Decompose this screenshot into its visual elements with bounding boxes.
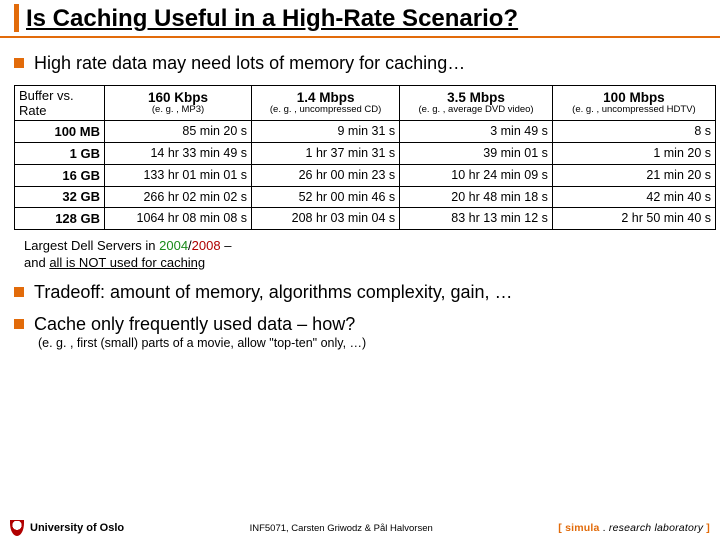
cell: 208 hr 03 min 04 s bbox=[252, 208, 400, 230]
dell-server-note: Largest Dell Servers in 2004/2008 – and … bbox=[24, 238, 710, 271]
col-1-4mbps: 1.4 Mbps (e. g. , uncompressed CD) bbox=[252, 85, 400, 120]
row-label: 128 GB bbox=[15, 208, 105, 230]
cell: 9 min 31 s bbox=[252, 120, 400, 142]
row-label: 1 GB bbox=[15, 142, 105, 164]
col-160kbps: 160 Kbps (e. g. , MP3) bbox=[105, 85, 252, 120]
bullet-icon bbox=[14, 287, 24, 297]
bullet-3-sub: (e. g. , first (small) parts of a movie,… bbox=[38, 336, 710, 350]
cell: 1 min 20 s bbox=[552, 142, 715, 164]
cell: 39 min 01 s bbox=[400, 142, 553, 164]
table-row: 1 GB 14 hr 33 min 49 s 1 hr 37 min 31 s … bbox=[15, 142, 716, 164]
cell: 266 hr 02 min 02 s bbox=[105, 186, 252, 208]
table-row: 32 GB 266 hr 02 min 02 s 52 hr 00 min 46… bbox=[15, 186, 716, 208]
col-rate: 160 Kbps bbox=[109, 90, 247, 105]
cell: 52 hr 00 min 46 s bbox=[252, 186, 400, 208]
cell: 8 s bbox=[552, 120, 715, 142]
col-example: (e. g. , MP3) bbox=[109, 105, 247, 115]
note-year-2004: 2004 bbox=[159, 238, 188, 253]
cell: 1064 hr 08 min 08 s bbox=[105, 208, 252, 230]
col-rate: 1.4 Mbps bbox=[256, 90, 395, 105]
cell: 42 min 40 s bbox=[552, 186, 715, 208]
bullet-icon bbox=[14, 319, 24, 329]
bullet-text: Tradeoff: amount of memory, algorithms c… bbox=[34, 281, 513, 304]
uio-shield-icon bbox=[10, 520, 24, 536]
table-row: 16 GB 133 hr 01 min 01 s 26 hr 00 min 23… bbox=[15, 164, 716, 186]
dot: . bbox=[600, 522, 609, 534]
cell: 83 hr 13 min 12 s bbox=[400, 208, 553, 230]
note-underlined: all is NOT used for caching bbox=[49, 255, 205, 270]
research-lab: research laboratory bbox=[609, 522, 703, 534]
cell: 85 min 20 s bbox=[105, 120, 252, 142]
bracket-close: ] bbox=[703, 522, 710, 534]
cell: 14 hr 33 min 49 s bbox=[105, 142, 252, 164]
footer-simula: [ simula . research laboratory ] bbox=[558, 522, 710, 534]
col-3-5mbps: 3.5 Mbps (e. g. , average DVD video) bbox=[400, 85, 553, 120]
col-example: (e. g. , average DVD video) bbox=[404, 105, 548, 115]
table-row: 128 GB 1064 hr 08 min 08 s 208 hr 03 min… bbox=[15, 208, 716, 230]
note-dash: – bbox=[221, 238, 232, 253]
bullet-1: High rate data may need lots of memory f… bbox=[14, 52, 710, 75]
cell: 20 hr 48 min 18 s bbox=[400, 186, 553, 208]
cell: 10 hr 24 min 09 s bbox=[400, 164, 553, 186]
note-pre: Largest Dell Servers in bbox=[24, 238, 159, 253]
cell: 133 hr 01 min 01 s bbox=[105, 164, 252, 186]
body: High rate data may need lots of memory f… bbox=[0, 38, 720, 349]
col-rate: 100 Mbps bbox=[557, 90, 711, 105]
bullet-icon bbox=[14, 58, 24, 68]
cell: 21 min 20 s bbox=[552, 164, 715, 186]
col-rate: 3.5 Mbps bbox=[404, 90, 548, 105]
footer-left: University of Oslo bbox=[10, 520, 124, 536]
bullet-text: Cache only frequently used data – how? bbox=[34, 313, 355, 336]
cell: 2 hr 50 min 40 s bbox=[552, 208, 715, 230]
col-example: (e. g. , uncompressed CD) bbox=[256, 105, 395, 115]
bullet-text: High rate data may need lots of memory f… bbox=[34, 52, 465, 75]
cell: 3 min 49 s bbox=[400, 120, 553, 142]
col-example: (e. g. , uncompressed HDTV) bbox=[557, 105, 711, 115]
bullet-2: Tradeoff: amount of memory, algorithms c… bbox=[14, 281, 710, 304]
row-label: 100 MB bbox=[15, 120, 105, 142]
buffer-rate-table: Buffer vs. Rate 160 Kbps (e. g. , MP3) 1… bbox=[14, 85, 716, 230]
table-corner: Buffer vs. Rate bbox=[15, 85, 105, 120]
cell: 26 hr 00 min 23 s bbox=[252, 164, 400, 186]
slide: Is Caching Useful in a High-Rate Scenari… bbox=[0, 0, 720, 540]
cell: 1 hr 37 min 31 s bbox=[252, 142, 400, 164]
footer-course: INF5071, Carsten Griwodz & Pål Halvorsen bbox=[250, 523, 433, 534]
note-year-2008: 2008 bbox=[192, 238, 221, 253]
bullet-3: Cache only frequently used data – how? bbox=[14, 313, 710, 336]
row-label: 16 GB bbox=[15, 164, 105, 186]
slide-title: Is Caching Useful in a High-Rate Scenari… bbox=[26, 6, 720, 32]
title-bar: Is Caching Useful in a High-Rate Scenari… bbox=[0, 0, 720, 38]
note-and: and bbox=[24, 255, 49, 270]
footer: University of Oslo INF5071, Carsten Griw… bbox=[0, 520, 720, 536]
simula-word: simula bbox=[565, 522, 599, 534]
table-header-row: Buffer vs. Rate 160 Kbps (e. g. , MP3) 1… bbox=[15, 85, 716, 120]
col-100mbps: 100 Mbps (e. g. , uncompressed HDTV) bbox=[552, 85, 715, 120]
row-label: 32 GB bbox=[15, 186, 105, 208]
table-row: 100 MB 85 min 20 s 9 min 31 s 3 min 49 s… bbox=[15, 120, 716, 142]
footer-uio: University of Oslo bbox=[30, 522, 124, 534]
